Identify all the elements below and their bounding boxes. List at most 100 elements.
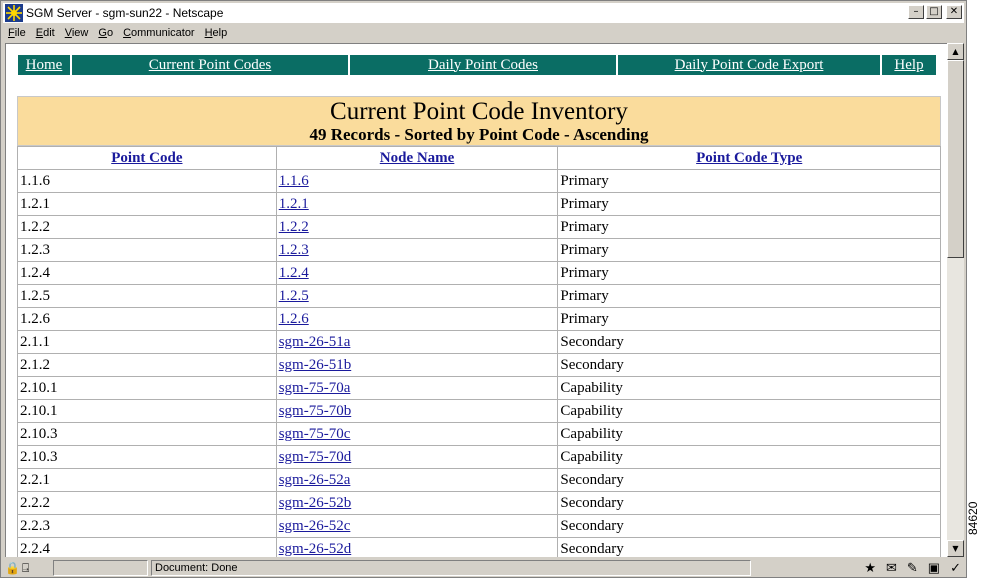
node-name-link[interactable]: 1.2.3 (279, 242, 309, 258)
point-code-cell: 2.10.3 (17, 445, 277, 469)
table-row: 1.2.1 1.2.1 Primary (17, 192, 941, 216)
node-name-cell: 1.2.5 (275, 284, 559, 308)
table-row: 2.10.1 sgm-75-70a Capability (17, 376, 941, 400)
node-name-link[interactable]: 1.1.6 (279, 173, 309, 189)
node-name-link[interactable]: sgm-26-51a (279, 334, 351, 350)
node-name-link[interactable]: sgm-26-52b (279, 495, 352, 511)
table-row: 1.2.4 1.2.4 Primary (17, 261, 941, 285)
point-code-type-cell: Secondary (557, 537, 941, 557)
node-name-link[interactable]: sgm-75-70c (279, 426, 351, 442)
nav-link-daily-point-code-export[interactable]: Daily Point Code Export (675, 57, 824, 74)
node-name-cell: 1.1.6 (275, 169, 559, 193)
point-code-type-cell: Primary (557, 238, 941, 262)
menu-bar: File Edit View Go Communicator Help (3, 23, 964, 42)
table-row: 1.2.6 1.2.6 Primary (17, 307, 941, 331)
node-name-link[interactable]: sgm-26-52a (279, 472, 351, 488)
node-name-cell: sgm-26-52c (275, 514, 559, 538)
menu-edit[interactable]: Edit (36, 27, 55, 39)
nav-cell-home: Home (18, 55, 70, 75)
node-name-cell: sgm-26-51a (275, 330, 559, 354)
node-name-cell: sgm-26-51b (275, 353, 559, 377)
point-code-cell: 1.2.6 (17, 307, 277, 331)
inventory-header: Current Point Code Inventory 49 Records … (17, 96, 941, 146)
table-row: 1.2.3 1.2.3 Primary (17, 238, 941, 262)
point-code-type-cell: Secondary (557, 514, 941, 538)
point-code-type-cell: Capability (557, 399, 941, 423)
node-name-link[interactable]: 1.2.1 (279, 196, 309, 212)
point-code-cell: 1.2.1 (17, 192, 277, 216)
node-name-link[interactable]: 1.2.5 (279, 288, 309, 304)
table-row: 2.2.4 sgm-26-52d Secondary (17, 537, 941, 557)
check-icon[interactable]: ✓ (950, 560, 961, 576)
point-code-cell: 1.1.6 (17, 169, 277, 193)
point-code-table: Point Code Node Name Point Code Type 1.1… (17, 146, 941, 557)
table-row: 2.2.3 sgm-26-52c Secondary (17, 514, 941, 538)
sort-link-node-name[interactable]: Node Name (380, 150, 455, 166)
menu-go[interactable]: Go (98, 27, 113, 39)
nav-link-home[interactable]: Home (26, 57, 63, 74)
close-button[interactable]: ✕ (946, 5, 962, 19)
point-code-cell: 2.2.2 (17, 491, 277, 515)
node-name-link[interactable]: 1.2.2 (279, 219, 309, 235)
node-name-cell: 1.2.3 (275, 238, 559, 262)
scroll-down-button[interactable]: ▼ (947, 540, 964, 557)
vertical-scrollbar[interactable]: ▲ ▼ (947, 43, 964, 557)
nav-link-daily-point-codes[interactable]: Daily Point Codes (428, 57, 538, 74)
node-name-link[interactable]: sgm-75-70a (279, 380, 351, 396)
navigator-icon[interactable]: ★ (864, 560, 876, 576)
node-name-link[interactable]: 1.2.6 (279, 311, 309, 327)
scroll-up-button[interactable]: ▲ (947, 43, 964, 60)
netscape-icon (5, 4, 23, 22)
table-row: 2.1.1 sgm-26-51a Secondary (17, 330, 941, 354)
nav-link-help[interactable]: Help (894, 57, 923, 74)
node-name-link[interactable]: sgm-26-51b (279, 357, 352, 373)
point-code-cell: 2.2.1 (17, 468, 277, 492)
node-name-cell: sgm-75-70b (275, 399, 559, 423)
composer-icon[interactable]: ▣ (928, 560, 940, 576)
point-code-type-cell: Primary (557, 307, 941, 331)
sort-link-point-code[interactable]: Point Code (111, 150, 182, 166)
connection-icon: ⍈ (21, 560, 30, 575)
menu-view[interactable]: View (65, 27, 89, 39)
node-name-cell: sgm-26-52b (275, 491, 559, 515)
node-name-link[interactable]: 1.2.4 (279, 265, 309, 281)
point-code-cell: 2.2.3 (17, 514, 277, 538)
minimize-button[interactable]: – (908, 5, 924, 19)
point-code-cell: 1.2.5 (17, 284, 277, 308)
table-row: 2.10.3 sgm-75-70c Capability (17, 422, 941, 446)
node-name-link[interactable]: sgm-75-70b (279, 403, 352, 419)
newsgroups-icon[interactable]: ✎ (907, 560, 918, 576)
records-summary: 49 Records - Sorted by Point Code - Asce… (309, 125, 649, 144)
menu-help[interactable]: Help (205, 27, 228, 39)
maximize-button[interactable]: □ (926, 5, 942, 19)
column-header-node-name: Node Name (275, 146, 559, 170)
node-name-link[interactable]: sgm-75-70d (279, 449, 352, 465)
nav-link-current-point-codes[interactable]: Current Point Codes (149, 57, 272, 74)
point-code-cell: 2.10.1 (17, 376, 277, 400)
node-name-cell: 1.2.2 (275, 215, 559, 239)
security-lock-icon[interactable]: 🔒 (5, 561, 20, 576)
nav-cell-help: Help (882, 55, 936, 75)
mail-icon[interactable]: ✉ (886, 560, 897, 576)
point-code-type-cell: Primary (557, 215, 941, 239)
node-name-link[interactable]: sgm-26-52c (279, 518, 351, 534)
sort-link-point-code-type[interactable]: Point Code Type (696, 150, 802, 166)
node-name-link[interactable]: sgm-26-52d (279, 541, 352, 557)
progress-panel (53, 560, 148, 576)
title-bar[interactable]: SGM Server - sgm-sun22 - Netscape – □ ✕ (3, 3, 964, 23)
scroll-thumb[interactable] (947, 60, 964, 258)
node-name-cell: sgm-26-52d (275, 537, 559, 557)
nav-cell-daily-point-code-export: Daily Point Code Export (618, 55, 880, 75)
nav-cell-daily-point-codes: Daily Point Codes (350, 55, 616, 75)
nav-cell-current-point-codes: Current Point Codes (72, 55, 348, 75)
point-code-type-cell: Primary (557, 192, 941, 216)
table-row: 1.1.6 1.1.6 Primary (17, 169, 941, 193)
table-row: 2.2.1 sgm-26-52a Secondary (17, 468, 941, 492)
node-name-cell: sgm-75-70d (275, 445, 559, 469)
menu-file[interactable]: File (8, 27, 26, 39)
point-code-type-cell: Secondary (557, 468, 941, 492)
point-code-cell: 1.2.4 (17, 261, 277, 285)
point-code-type-cell: Primary (557, 284, 941, 308)
page-viewport: Home Current Point Codes Daily Point Cod… (5, 43, 947, 557)
menu-communicator[interactable]: Communicator (123, 27, 195, 39)
